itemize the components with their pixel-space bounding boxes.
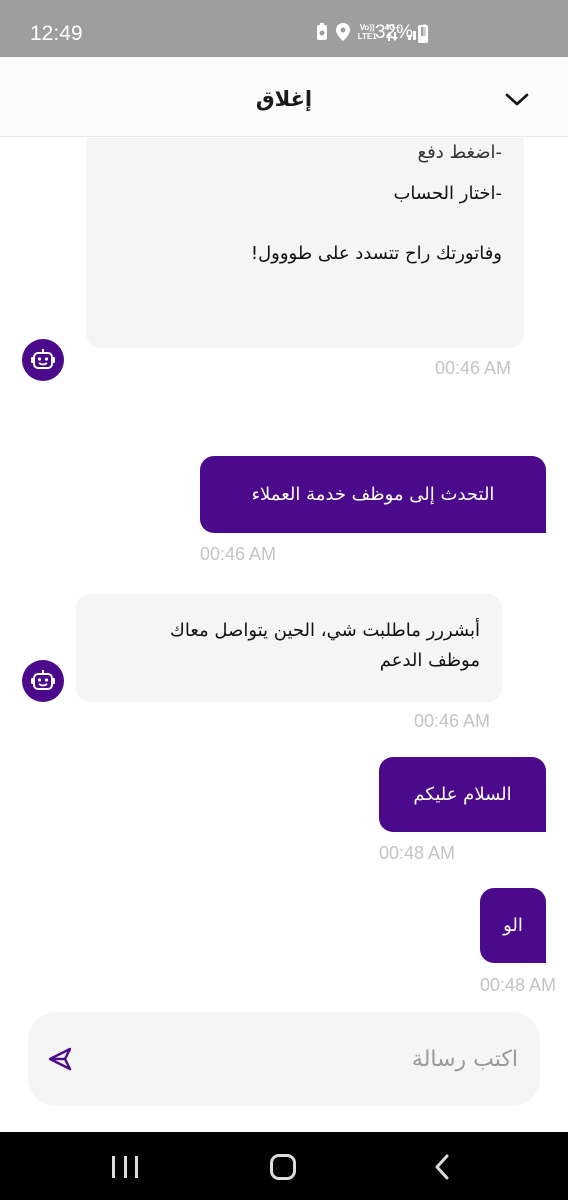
volte-label: Vo)) <box>359 23 375 32</box>
message-line: -اضغط دفع <box>417 142 502 163</box>
message-line: موظف الدعم <box>379 650 480 671</box>
chat-header: إغلاق <box>0 57 568 137</box>
message-timestamp: 00:46 AM <box>435 358 512 378</box>
lte-label: LTE1 <box>357 32 377 41</box>
message-composer <box>28 1012 540 1106</box>
status-time: 12:49 <box>30 22 83 45</box>
message-text: الو <box>503 915 523 936</box>
recent-apps-icon[interactable] <box>112 1156 138 1178</box>
close-title[interactable]: إغلاق <box>0 87 568 111</box>
message-line: أبشررر ماطلبت شي، الحين يتواصل معاك <box>170 620 480 641</box>
message-text: السلام عليكم <box>413 784 512 805</box>
back-icon[interactable] <box>432 1154 454 1180</box>
message-line: -اختار الحساب <box>393 183 502 204</box>
user-message: الو <box>480 888 546 963</box>
user-message: التحدث إلى موظف خدمة العملاء <box>200 456 546 533</box>
chevron-down-icon[interactable] <box>504 89 530 111</box>
bot-message: -اضغط دفع -اختار الحساب وفاتورتك راح تتس… <box>86 138 524 348</box>
message-text: التحدث إلى موظف خدمة العملاء <box>251 484 495 505</box>
home-icon[interactable] <box>270 1154 296 1180</box>
message-input[interactable] <box>118 1012 518 1106</box>
message-timestamp: 00:48 AM <box>379 843 456 863</box>
battery-saver-icon <box>316 23 327 40</box>
battery-percent: 32% <box>374 22 413 43</box>
bot-avatar <box>22 660 64 702</box>
message-timestamp: 00:46 AM <box>414 711 491 731</box>
message-list[interactable]: -اضغط دفع -اختار الحساب وفاتورتك راح تتس… <box>0 138 568 1010</box>
message-line: وفاتورتك راح تتسدد على طووول! <box>250 243 502 264</box>
battery-icon <box>418 25 428 43</box>
message-timestamp: 00:46 AM <box>200 544 277 564</box>
volte-icon: Vo)) LTE1 <box>358 23 377 41</box>
user-message: السلام عليكم <box>379 757 546 832</box>
robot-icon <box>31 349 55 369</box>
status-bar: 12:49 Vo)) LTE1 4G+ 32% <box>0 0 568 57</box>
bot-avatar <box>22 339 64 381</box>
robot-icon <box>31 670 55 690</box>
send-icon[interactable] <box>46 1046 74 1072</box>
bot-message: أبشررر ماطلبت شي، الحين يتواصل معاك موظف… <box>76 594 502 702</box>
message-timestamp: 00:48 AM <box>480 975 557 995</box>
location-icon <box>335 23 350 41</box>
system-nav-bar <box>0 1132 568 1200</box>
